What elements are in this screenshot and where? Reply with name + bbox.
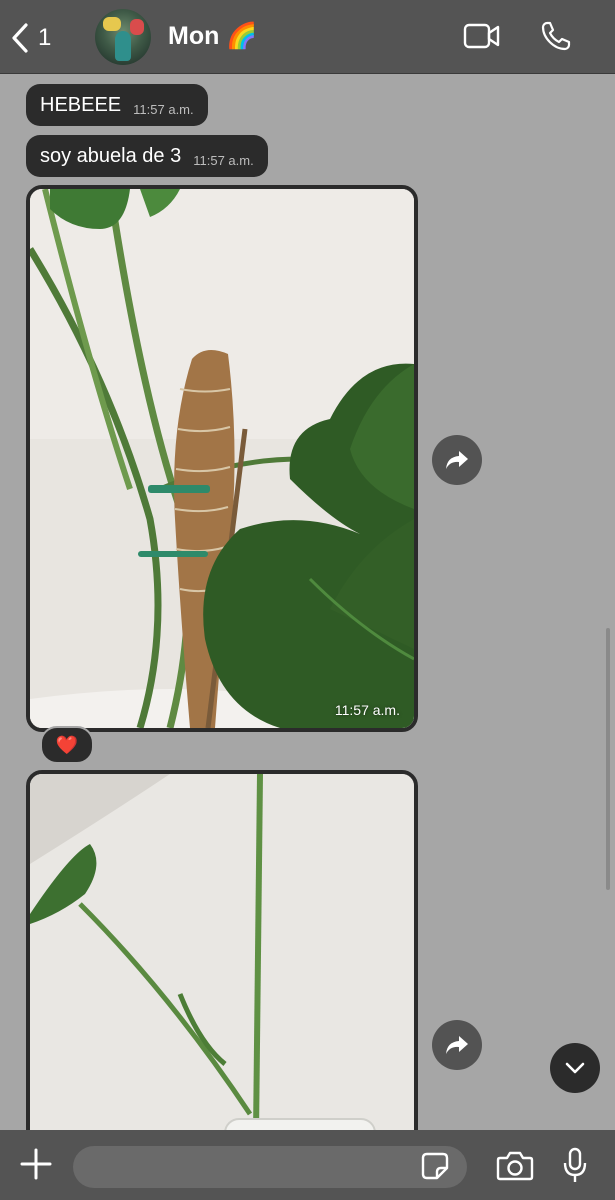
photo-time: 11:57 a.m. — [334, 702, 400, 718]
reaction-emoji: ❤️ — [55, 734, 79, 755]
scroll-to-bottom-button[interactable] — [550, 1043, 600, 1093]
forward-button[interactable] — [432, 1020, 482, 1070]
message-input[interactable] — [73, 1146, 467, 1188]
message-time: 11:57 a.m. — [193, 153, 254, 168]
heart-reaction[interactable]: ❤️ — [40, 726, 94, 764]
mic-icon[interactable] — [562, 1147, 588, 1185]
photo-message[interactable]: 11:57 a.m. — [26, 185, 418, 732]
composer-bar — [0, 1130, 615, 1200]
plant-photo — [30, 189, 414, 728]
scrollbar[interactable] — [606, 628, 610, 890]
back-chevron-icon — [12, 23, 28, 53]
forward-icon — [446, 1036, 468, 1054]
plant-photo — [30, 774, 414, 1174]
message-bubble[interactable]: HEBEEE 11:57 a.m. — [26, 84, 208, 126]
avatar[interactable] — [95, 9, 151, 65]
chat-header: 1 Mon 🌈 — [0, 0, 615, 74]
contact-name[interactable]: Mon 🌈 — [168, 22, 257, 51]
unread-count: 1 — [38, 24, 52, 51]
message-time: 11:57 a.m. — [133, 102, 194, 117]
message-text: soy abuela de 3 — [40, 144, 182, 167]
photo-message[interactable] — [26, 770, 418, 1178]
camera-icon[interactable] — [496, 1150, 534, 1182]
video-call-icon[interactable] — [463, 20, 501, 52]
message-text: HEBEEE — [40, 93, 122, 116]
forward-button[interactable] — [432, 435, 482, 485]
phone-icon[interactable] — [540, 20, 572, 52]
chevron-down-icon — [565, 1062, 585, 1074]
forward-icon — [446, 451, 468, 469]
back-button[interactable]: 1 — [10, 18, 70, 58]
sticker-icon[interactable] — [421, 1152, 449, 1180]
message-bubble[interactable]: soy abuela de 3 11:57 a.m. — [26, 135, 268, 177]
plus-icon[interactable] — [18, 1146, 54, 1182]
